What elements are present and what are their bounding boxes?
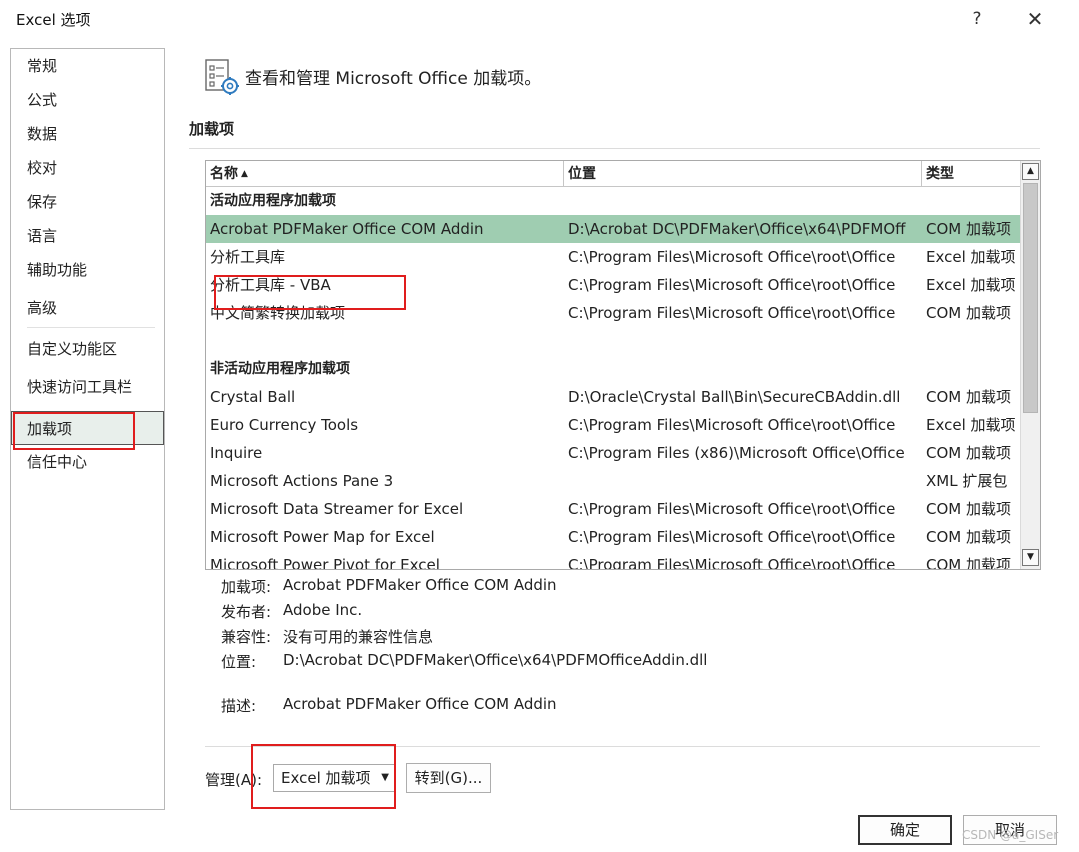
column-header-type[interactable]: 类型 bbox=[922, 161, 1020, 187]
sidebar-item-trust-center[interactable]: 信任中心 bbox=[11, 445, 164, 479]
table-body: 活动应用程序加载项 Acrobat PDFMaker Office COM Ad… bbox=[206, 187, 1020, 569]
table-row[interactable]: 分析工具库 - VBA C:\Program Files\Microsoft O… bbox=[206, 271, 1020, 299]
section-divider bbox=[189, 148, 1040, 149]
page-heading: 查看和管理 Microsoft Office 加载项。 bbox=[245, 69, 542, 89]
addin-name: 分析工具库 bbox=[210, 248, 286, 266]
goto-button[interactable]: 转到(G)... bbox=[406, 763, 491, 793]
addin-location: C:\Program Files\Microsoft Office\root\O… bbox=[568, 500, 896, 518]
addin-location: C:\Program Files\Microsoft Office\root\O… bbox=[568, 556, 896, 569]
sidebar-item-formulas[interactable]: 公式 bbox=[11, 83, 164, 117]
scrollbar-thumb[interactable] bbox=[1023, 183, 1038, 413]
detail-addin-value: Acrobat PDFMaker Office COM Addin bbox=[283, 576, 557, 594]
addin-name: Euro Currency Tools bbox=[210, 416, 359, 434]
close-button[interactable]: ✕ bbox=[1022, 6, 1048, 32]
sidebar-item-quick-access-toolbar[interactable]: 快速访问工具栏 bbox=[11, 370, 164, 404]
sort-ascending-icon: ▲ bbox=[241, 169, 248, 179]
group-header-inactive: 非活动应用程序加载项 bbox=[210, 361, 350, 377]
watermark: CSDN @a_GISer bbox=[962, 828, 1059, 842]
addin-name: Microsoft Actions Pane 3 bbox=[210, 472, 394, 490]
addin-location: C:\Program Files\Microsoft Office\root\O… bbox=[568, 416, 896, 434]
addin-type: COM 加载项 bbox=[926, 444, 1011, 462]
addin-name: 分析工具库 - VBA bbox=[210, 276, 331, 294]
manage-label: 管理(A): bbox=[205, 771, 263, 789]
addin-type: COM 加载项 bbox=[926, 556, 1011, 569]
addin-name: Microsoft Data Streamer for Excel bbox=[210, 500, 464, 518]
table-row[interactable]: Microsoft Power Pivot for Excel C:\Progr… bbox=[206, 551, 1020, 569]
addin-type: Excel 加载项 bbox=[926, 248, 1016, 266]
addin-type: XML 扩展包 bbox=[926, 472, 1008, 490]
detail-addin-label: 加载项: bbox=[221, 578, 272, 596]
sidebar-item-customize-ribbon[interactable]: 自定义功能区 bbox=[11, 332, 164, 366]
addin-type: Excel 加载项 bbox=[926, 416, 1016, 434]
sidebar-item-data[interactable]: 数据 bbox=[11, 117, 164, 151]
addin-name: Microsoft Power Map for Excel bbox=[210, 528, 435, 546]
section-title: 加载项 bbox=[189, 120, 235, 138]
addin-name: Microsoft Power Pivot for Excel bbox=[210, 556, 440, 569]
help-button[interactable]: ? bbox=[966, 8, 988, 30]
sidebar-item-advanced[interactable]: 高级 bbox=[11, 291, 164, 325]
detail-desc-value: Acrobat PDFMaker Office COM Addin bbox=[283, 695, 557, 713]
sidebar-item-language[interactable]: 语言 bbox=[11, 219, 164, 253]
addin-name: Inquire bbox=[210, 444, 263, 462]
table-row[interactable]: Microsoft Actions Pane 3 XML 扩展包 bbox=[206, 467, 1020, 495]
addin-location bbox=[568, 467, 918, 495]
group-header-active: 活动应用程序加载项 bbox=[210, 193, 336, 209]
table-row[interactable]: Crystal Ball D:\Oracle\Crystal Ball\Bin\… bbox=[206, 383, 1020, 411]
title-bar: Excel 选项 ? ✕ bbox=[0, 0, 1079, 38]
table-row[interactable]: Inquire C:\Program Files (x86)\Microsoft… bbox=[206, 439, 1020, 467]
table-row[interactable]: 中文简繁转换加载项 C:\Program Files\Microsoft Off… bbox=[206, 299, 1020, 327]
addin-location: C:\Program Files\Microsoft Office\root\O… bbox=[568, 304, 896, 322]
window-title: Excel 选项 bbox=[16, 11, 91, 29]
table-row[interactable]: Euro Currency Tools C:\Program Files\Mic… bbox=[206, 411, 1020, 439]
addin-type: COM 加载项 bbox=[926, 304, 1011, 322]
addin-type: COM 加载项 bbox=[926, 388, 1011, 406]
table-row[interactable]: 分析工具库 C:\Program Files\Microsoft Office\… bbox=[206, 243, 1020, 271]
bottom-divider bbox=[205, 746, 1040, 747]
addin-name: Acrobat PDFMaker Office COM Addin bbox=[210, 220, 484, 238]
addin-location: C:\Program Files (x86)\Microsoft Office\… bbox=[568, 444, 905, 462]
table-header: 名称 ▲ 位置 类型 bbox=[206, 161, 1020, 187]
manage-addins-icon bbox=[205, 59, 239, 95]
manage-dropdown[interactable]: Excel 加载项 ▼ bbox=[273, 764, 396, 792]
sidebar-item-proofing[interactable]: 校对 bbox=[11, 151, 164, 185]
detail-compat-value: 没有可用的兼容性信息 bbox=[283, 628, 434, 646]
sidebar-item-general[interactable]: 常规 bbox=[11, 49, 164, 83]
table-row[interactable]: Microsoft Power Map for Excel C:\Program… bbox=[206, 523, 1020, 551]
addin-location: D:\Acrobat DC\PDFMaker\Office\x64\PDFMOf… bbox=[568, 220, 906, 238]
vertical-scrollbar[interactable]: ▲ ▼ bbox=[1020, 161, 1040, 569]
addin-type: COM 加载项 bbox=[926, 500, 1011, 518]
detail-desc-label: 描述: bbox=[221, 697, 257, 715]
ok-button[interactable]: 确定 bbox=[858, 815, 952, 845]
sidebar-divider bbox=[27, 327, 155, 328]
addins-table: 名称 ▲ 位置 类型 活动应用程序加载项 Acrobat PDFMaker Off… bbox=[205, 160, 1041, 570]
addin-type: COM 加载项 bbox=[926, 528, 1011, 546]
detail-location-value: D:\Acrobat DC\PDFMaker\Office\x64\PDFMOf… bbox=[283, 651, 708, 669]
table-row[interactable]: Acrobat PDFMaker Office COM Addin D:\Acr… bbox=[206, 215, 1020, 243]
scroll-up-icon[interactable]: ▲ bbox=[1022, 163, 1039, 180]
manage-selected-value: Excel 加载项 bbox=[281, 769, 371, 787]
addin-location: D:\Oracle\Crystal Ball\Bin\SecureCBAddin… bbox=[568, 388, 901, 406]
detail-publisher-label: 发布者: bbox=[221, 603, 272, 621]
addin-name: Crystal Ball bbox=[210, 388, 296, 406]
table-row[interactable]: Microsoft Data Streamer for Excel C:\Pro… bbox=[206, 495, 1020, 523]
detail-compat-label: 兼容性: bbox=[221, 628, 272, 646]
detail-publisher-value: Adobe Inc. bbox=[283, 601, 363, 619]
addin-location: C:\Program Files\Microsoft Office\root\O… bbox=[568, 248, 896, 266]
column-header-location[interactable]: 位置 bbox=[564, 161, 922, 187]
scroll-down-icon[interactable]: ▼ bbox=[1022, 549, 1039, 566]
sidebar-item-save[interactable]: 保存 bbox=[11, 185, 164, 219]
addin-type: Excel 加载项 bbox=[926, 276, 1016, 294]
options-sidebar: 常规 公式 数据 校对 保存 语言 辅助功能 高级 自定义功能区 快速访问工具栏… bbox=[10, 48, 165, 810]
addin-name: 中文简繁转换加载项 bbox=[210, 304, 346, 322]
sidebar-item-accessibility[interactable]: 辅助功能 bbox=[11, 253, 164, 287]
column-header-name[interactable]: 名称 ▲ bbox=[206, 161, 564, 187]
addin-location: C:\Program Files\Microsoft Office\root\O… bbox=[568, 276, 896, 294]
sidebar-item-addins[interactable]: 加载项 bbox=[11, 411, 164, 445]
detail-location-label: 位置: bbox=[221, 653, 257, 671]
dropdown-arrow-icon: ▼ bbox=[381, 772, 389, 783]
addin-location: C:\Program Files\Microsoft Office\root\O… bbox=[568, 528, 896, 546]
addin-type: COM 加载项 bbox=[926, 220, 1011, 238]
